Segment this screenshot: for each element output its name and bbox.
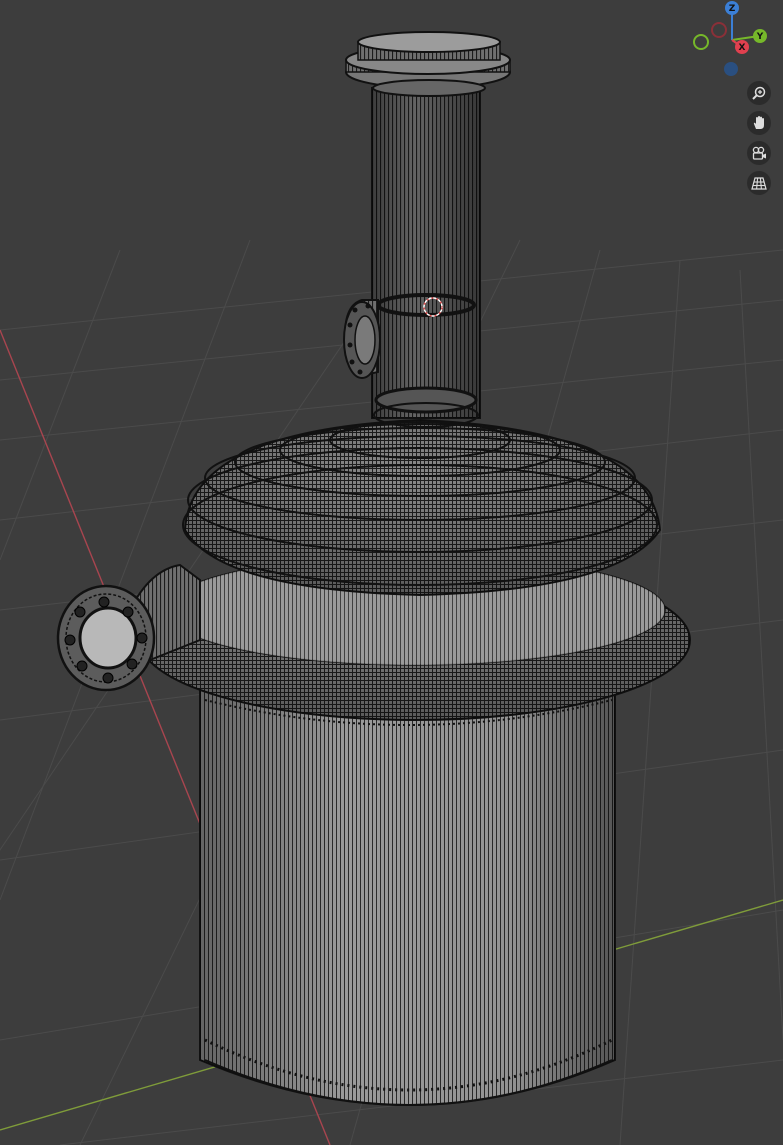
3d-viewport[interactable]: Z Y X: [0, 0, 783, 1145]
camera-view-button[interactable]: [747, 141, 771, 165]
gizmo-y-label: Y: [756, 32, 764, 42]
gizmo-x-handle[interactable]: X: [735, 40, 749, 54]
camera-icon: [752, 146, 766, 160]
hand-icon: [753, 116, 764, 129]
grid-icon: [751, 177, 767, 190]
ortho-toggle-button[interactable]: [747, 171, 771, 195]
gizmo-neg-x-handle[interactable]: [711, 22, 727, 38]
neck-side-nozzle: [343, 299, 381, 379]
vessel-neck-pipe: [371, 87, 481, 428]
pan-view-button[interactable]: [747, 111, 771, 135]
magnifier-plus-icon: [752, 86, 766, 100]
gizmo-z-handle[interactable]: Z: [725, 1, 739, 15]
zoom-view-button[interactable]: [747, 81, 771, 105]
navigation-gizmo[interactable]: Z Y X: [690, 0, 770, 80]
gizmo-y-handle[interactable]: Y: [753, 29, 767, 43]
top-flange: [345, 31, 511, 97]
gizmo-z-label: Z: [729, 4, 736, 14]
gizmo-x-label: X: [739, 43, 746, 53]
gizmo-neg-z-handle[interactable]: [724, 62, 738, 76]
vessel-dome: [182, 418, 662, 597]
viewport-scene: [0, 31, 783, 1145]
gizmo-neg-y-handle[interactable]: [693, 34, 709, 50]
